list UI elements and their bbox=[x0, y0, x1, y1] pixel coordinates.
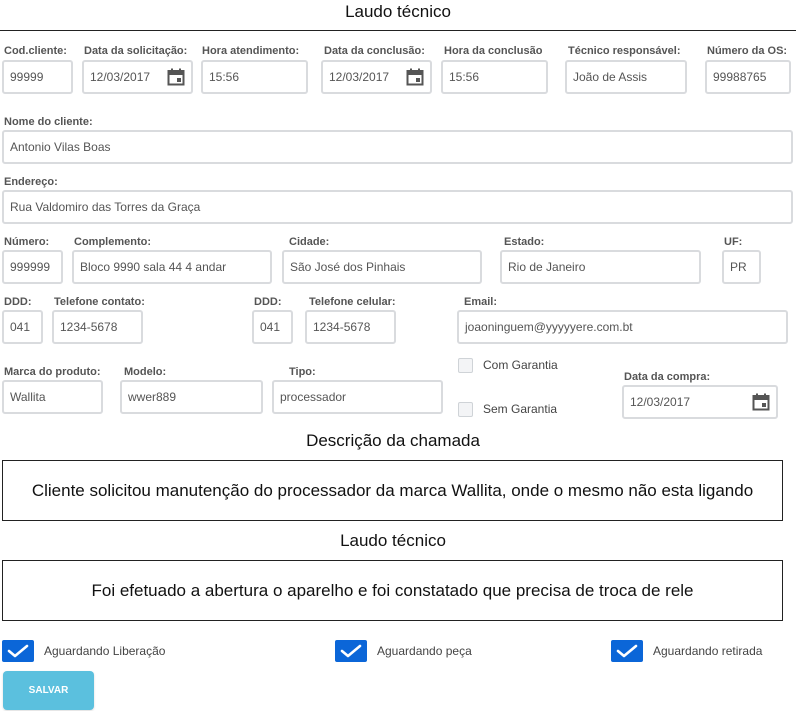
complemento-input[interactable]: Bloco 9990 sala 44 4 andar bbox=[72, 250, 272, 284]
telefone-contato-label: Telefone contato: bbox=[54, 296, 145, 308]
sem-garantia-label: Sem Garantia bbox=[483, 402, 558, 416]
data-compra-input[interactable]: 12/03/2017 bbox=[622, 385, 778, 419]
complemento-label: Complemento: bbox=[74, 236, 151, 248]
nome-cliente-label: Nome do cliente: bbox=[4, 116, 93, 128]
modelo-value: wwer889 bbox=[128, 390, 177, 404]
aguardando-peca-checkbox[interactable] bbox=[335, 640, 367, 662]
calendar-icon[interactable] bbox=[752, 393, 770, 411]
descricao-textarea[interactable]: Cliente solicitou manutenção do processa… bbox=[2, 460, 783, 521]
modelo-input[interactable]: wwer889 bbox=[120, 380, 263, 414]
telefone-contato-value: 1234-5678 bbox=[60, 320, 118, 334]
ddd-contato-input[interactable]: 041 bbox=[2, 310, 43, 344]
estado-input[interactable]: Rio de Janeiro bbox=[500, 250, 701, 284]
marca-label: Marca do produto: bbox=[4, 366, 101, 378]
aguardando-liberacao-checkbox[interactable] bbox=[2, 640, 34, 662]
hora-conclusao-value: 15:56 bbox=[449, 70, 480, 84]
endereco-input[interactable]: Rua Valdomiro das Torres da Graça bbox=[2, 190, 793, 224]
aguardando-retirada-checkbox[interactable] bbox=[611, 640, 643, 662]
telefone-celular-value: 1234-5678 bbox=[313, 320, 371, 334]
tipo-input[interactable]: processador bbox=[272, 380, 443, 414]
ddd-celular-value: 041 bbox=[260, 320, 281, 334]
cidade-value: São José dos Pinhais bbox=[290, 260, 406, 274]
tipo-value: processador bbox=[280, 390, 347, 404]
telefone-celular-input[interactable]: 1234-5678 bbox=[305, 310, 396, 344]
data-compra-value: 12/03/2017 bbox=[630, 395, 691, 409]
page-title: Laudo técnico bbox=[345, 2, 451, 21]
numero-os-input[interactable]: 99988765 bbox=[705, 60, 791, 94]
nome-cliente-value: Antonio Vilas Boas bbox=[10, 140, 111, 154]
ddd-celular-label: DDD: bbox=[254, 296, 282, 308]
nome-cliente-input[interactable]: Antonio Vilas Boas bbox=[2, 130, 793, 164]
email-input[interactable]: joaoninguem@yyyyyere.com.bt bbox=[457, 310, 788, 344]
data-conclusao-value: 12/03/2017 bbox=[329, 70, 390, 84]
data-solicitacao-label: Data da solicitação: bbox=[84, 45, 188, 57]
data-conclusao-input[interactable]: 12/03/2017 bbox=[321, 60, 432, 94]
email-label: Email: bbox=[464, 296, 498, 308]
aguardando-retirada-label: Aguardando retirada bbox=[653, 644, 763, 658]
ddd-celular-input[interactable]: 041 bbox=[252, 310, 293, 344]
numero-os-value: 99988765 bbox=[713, 70, 767, 84]
laudo-text: Foi efetuado a abertura o aparelho e foi… bbox=[91, 580, 694, 600]
cod-cliente-value: 99999 bbox=[10, 70, 44, 84]
checkmark-icon bbox=[616, 644, 638, 658]
endereco-label: Endereço: bbox=[4, 176, 58, 188]
numero-input[interactable]: 999999 bbox=[2, 250, 63, 284]
calendar-icon[interactable] bbox=[167, 68, 185, 86]
cidade-input[interactable]: São José dos Pinhais bbox=[282, 250, 482, 284]
uf-input[interactable]: PR bbox=[722, 250, 761, 284]
tecnico-value: João de Assis bbox=[573, 70, 648, 84]
endereco-value: Rua Valdomiro das Torres da Graça bbox=[10, 200, 201, 214]
data-solicitacao-input[interactable]: 12/03/2017 bbox=[82, 60, 193, 94]
descricao-heading: Descrição da chamada bbox=[306, 431, 480, 450]
data-solicitacao-value: 12/03/2017 bbox=[90, 70, 151, 84]
tecnico-input[interactable]: João de Assis bbox=[565, 60, 687, 94]
aguardando-liberacao-label: Aguardando Liberação bbox=[44, 644, 166, 658]
com-garantia-checkbox[interactable] bbox=[458, 358, 473, 373]
hora-atendimento-input[interactable]: 15:56 bbox=[201, 60, 308, 94]
estado-label: Estado: bbox=[504, 236, 545, 248]
descricao-text: Cliente solicitou manutenção do processa… bbox=[31, 480, 754, 500]
checkmark-icon bbox=[7, 644, 29, 658]
ddd-contato-value: 041 bbox=[10, 320, 31, 334]
email-value: joaoninguem@yyyyyere.com.bt bbox=[465, 320, 633, 334]
aguardando-peca-label: Aguardando peça bbox=[377, 644, 472, 658]
cod-cliente-input[interactable]: 99999 bbox=[2, 60, 73, 94]
cod-cliente-label: Cod.cliente: bbox=[4, 45, 67, 57]
title-divider bbox=[0, 30, 796, 31]
sem-garantia-checkbox[interactable] bbox=[458, 402, 473, 417]
numero-os-label: Número da OS: bbox=[707, 45, 788, 57]
numero-label: Número: bbox=[4, 236, 50, 248]
laudo-heading: Laudo técnico bbox=[340, 531, 446, 550]
hora-conclusao-input[interactable]: 15:56 bbox=[441, 60, 548, 94]
hora-atendimento-label: Hora atendimento: bbox=[202, 45, 300, 57]
estado-value: Rio de Janeiro bbox=[508, 260, 586, 274]
telefone-celular-label: Telefone celular: bbox=[309, 296, 396, 308]
uf-label: UF: bbox=[724, 236, 743, 248]
tecnico-label: Técnico responsável: bbox=[568, 45, 681, 57]
com-garantia-label: Com Garantia bbox=[483, 358, 558, 372]
modelo-label: Modelo: bbox=[124, 366, 167, 378]
marca-input[interactable]: Wallita bbox=[2, 380, 103, 414]
laudo-textarea[interactable]: Foi efetuado a abertura o aparelho e foi… bbox=[2, 560, 783, 621]
hora-conclusao-label: Hora da conclusão bbox=[444, 45, 543, 57]
data-conclusao-label: Data da conclusão: bbox=[324, 45, 425, 57]
telefone-contato-input[interactable]: 1234-5678 bbox=[52, 310, 143, 344]
uf-value: PR bbox=[730, 260, 747, 274]
numero-value: 999999 bbox=[10, 260, 51, 274]
marca-value: Wallita bbox=[10, 390, 46, 404]
cidade-label: Cidade: bbox=[289, 236, 330, 248]
checkmark-icon bbox=[340, 644, 362, 658]
data-compra-label: Data da compra: bbox=[624, 371, 711, 383]
hora-atendimento-value: 15:56 bbox=[209, 70, 240, 84]
save-button[interactable]: SALVAR bbox=[3, 671, 94, 710]
ddd-contato-label: DDD: bbox=[4, 296, 32, 308]
tipo-label: Tipo: bbox=[289, 366, 316, 378]
complemento-value: Bloco 9990 sala 44 4 andar bbox=[80, 260, 227, 274]
calendar-icon[interactable] bbox=[406, 68, 424, 86]
